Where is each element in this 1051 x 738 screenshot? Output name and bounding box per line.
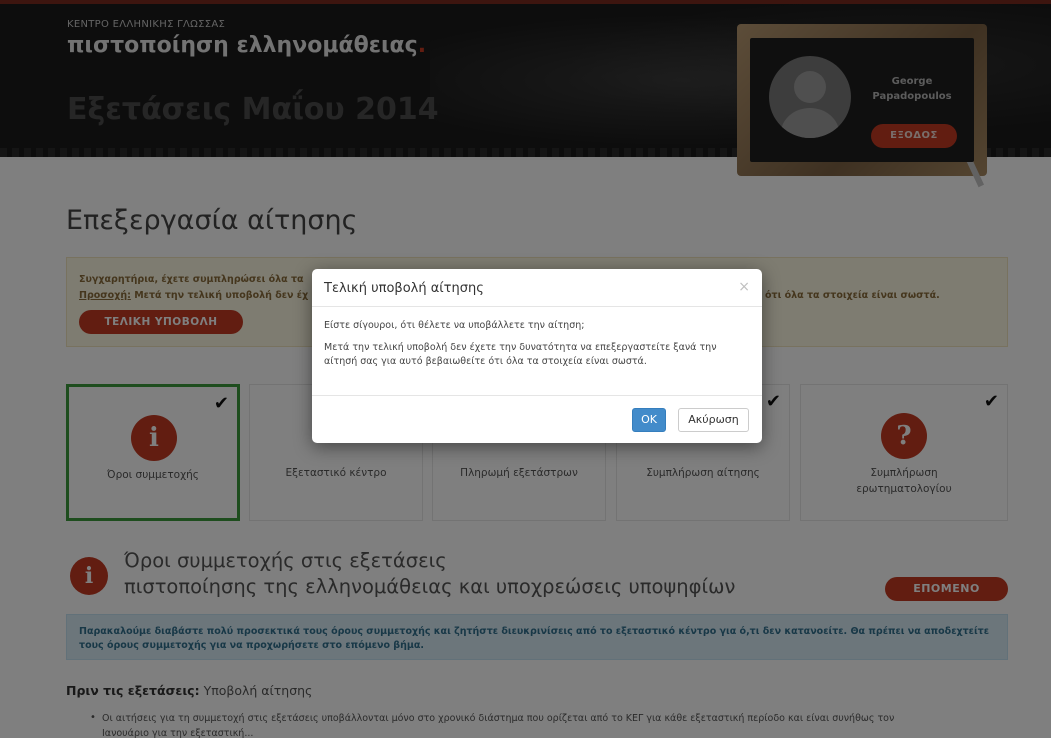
dialog-question: Είστε σίγουροι, ότι θέλετε να υποβάλλετε… bbox=[324, 320, 585, 331]
cancel-button[interactable]: Ακύρωση bbox=[678, 408, 749, 432]
close-icon[interactable]: × bbox=[738, 279, 750, 295]
dialog-body: Είστε σίγουροι, ότι θέλετε να υποβάλλετε… bbox=[324, 319, 748, 369]
dialog-warning: Μετά την τελική υποβολή δεν έχετε την δυ… bbox=[324, 342, 717, 367]
ok-button[interactable]: OK bbox=[632, 408, 666, 432]
dialog-title: Τελική υποβολή αίτησης bbox=[324, 281, 484, 296]
dialog-header: Τελική υποβολή αίτησης × bbox=[312, 269, 762, 307]
confirm-submit-dialog: Τελική υποβολή αίτησης × Είστε σίγουροι,… bbox=[312, 269, 762, 443]
dialog-footer: OK Ακύρωση bbox=[312, 395, 762, 443]
